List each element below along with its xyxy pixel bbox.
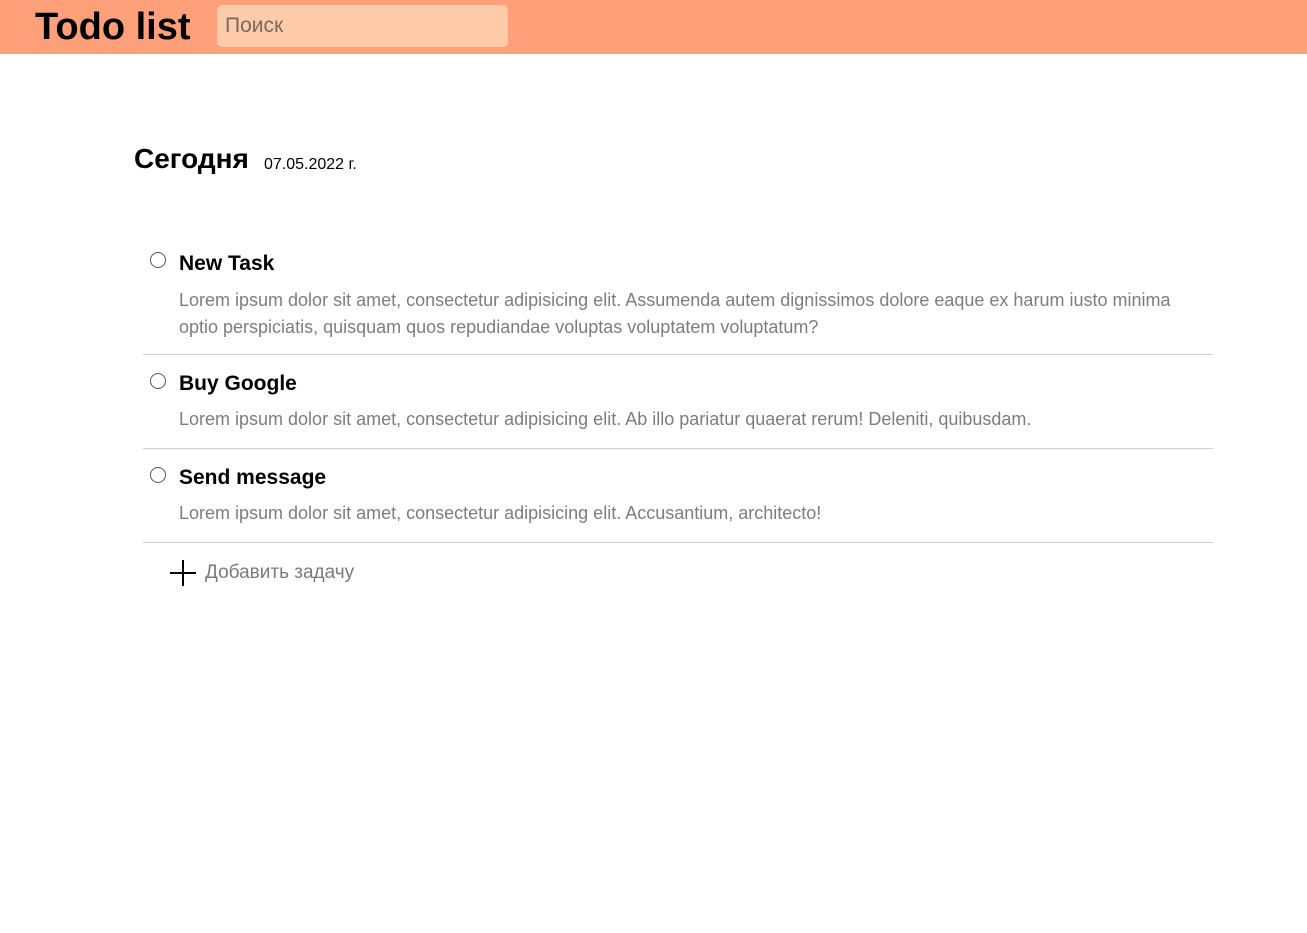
task-description: Lorem ipsum dolor sit amet, consectetur … xyxy=(179,290,1171,337)
section-title: Сегодня xyxy=(134,143,249,174)
task-title[interactable]: Buy Google xyxy=(179,370,297,398)
task-complete-radio[interactable] xyxy=(150,467,166,483)
add-task-label: Добавить задачу xyxy=(205,562,355,583)
task-item: New Task Lorem ipsum dolor sit amet, con… xyxy=(143,236,1213,355)
plus-icon xyxy=(170,560,196,586)
task-complete-radio[interactable] xyxy=(150,252,166,268)
app-title: Todo list xyxy=(35,6,191,48)
search-input[interactable] xyxy=(217,5,508,47)
app-header: Todo list xyxy=(0,0,1307,54)
section-date: 07.05.2022 г. xyxy=(264,156,357,173)
task-description: Lorem ipsum dolor sit amet, consectetur … xyxy=(179,503,822,523)
task-item: Buy Google Lorem ipsum dolor sit amet, c… xyxy=(143,355,1213,449)
add-task-button[interactable]: Добавить задачу xyxy=(170,558,354,588)
task-item: Send message Lorem ipsum dolor sit amet,… xyxy=(143,449,1213,543)
task-list: New Task Lorem ipsum dolor sit amet, con… xyxy=(143,236,1213,543)
task-title[interactable]: New Task xyxy=(179,250,274,278)
task-description: Lorem ipsum dolor sit amet, consectetur … xyxy=(179,409,1032,429)
task-complete-radio[interactable] xyxy=(150,373,166,389)
task-title[interactable]: Send message xyxy=(179,464,326,492)
